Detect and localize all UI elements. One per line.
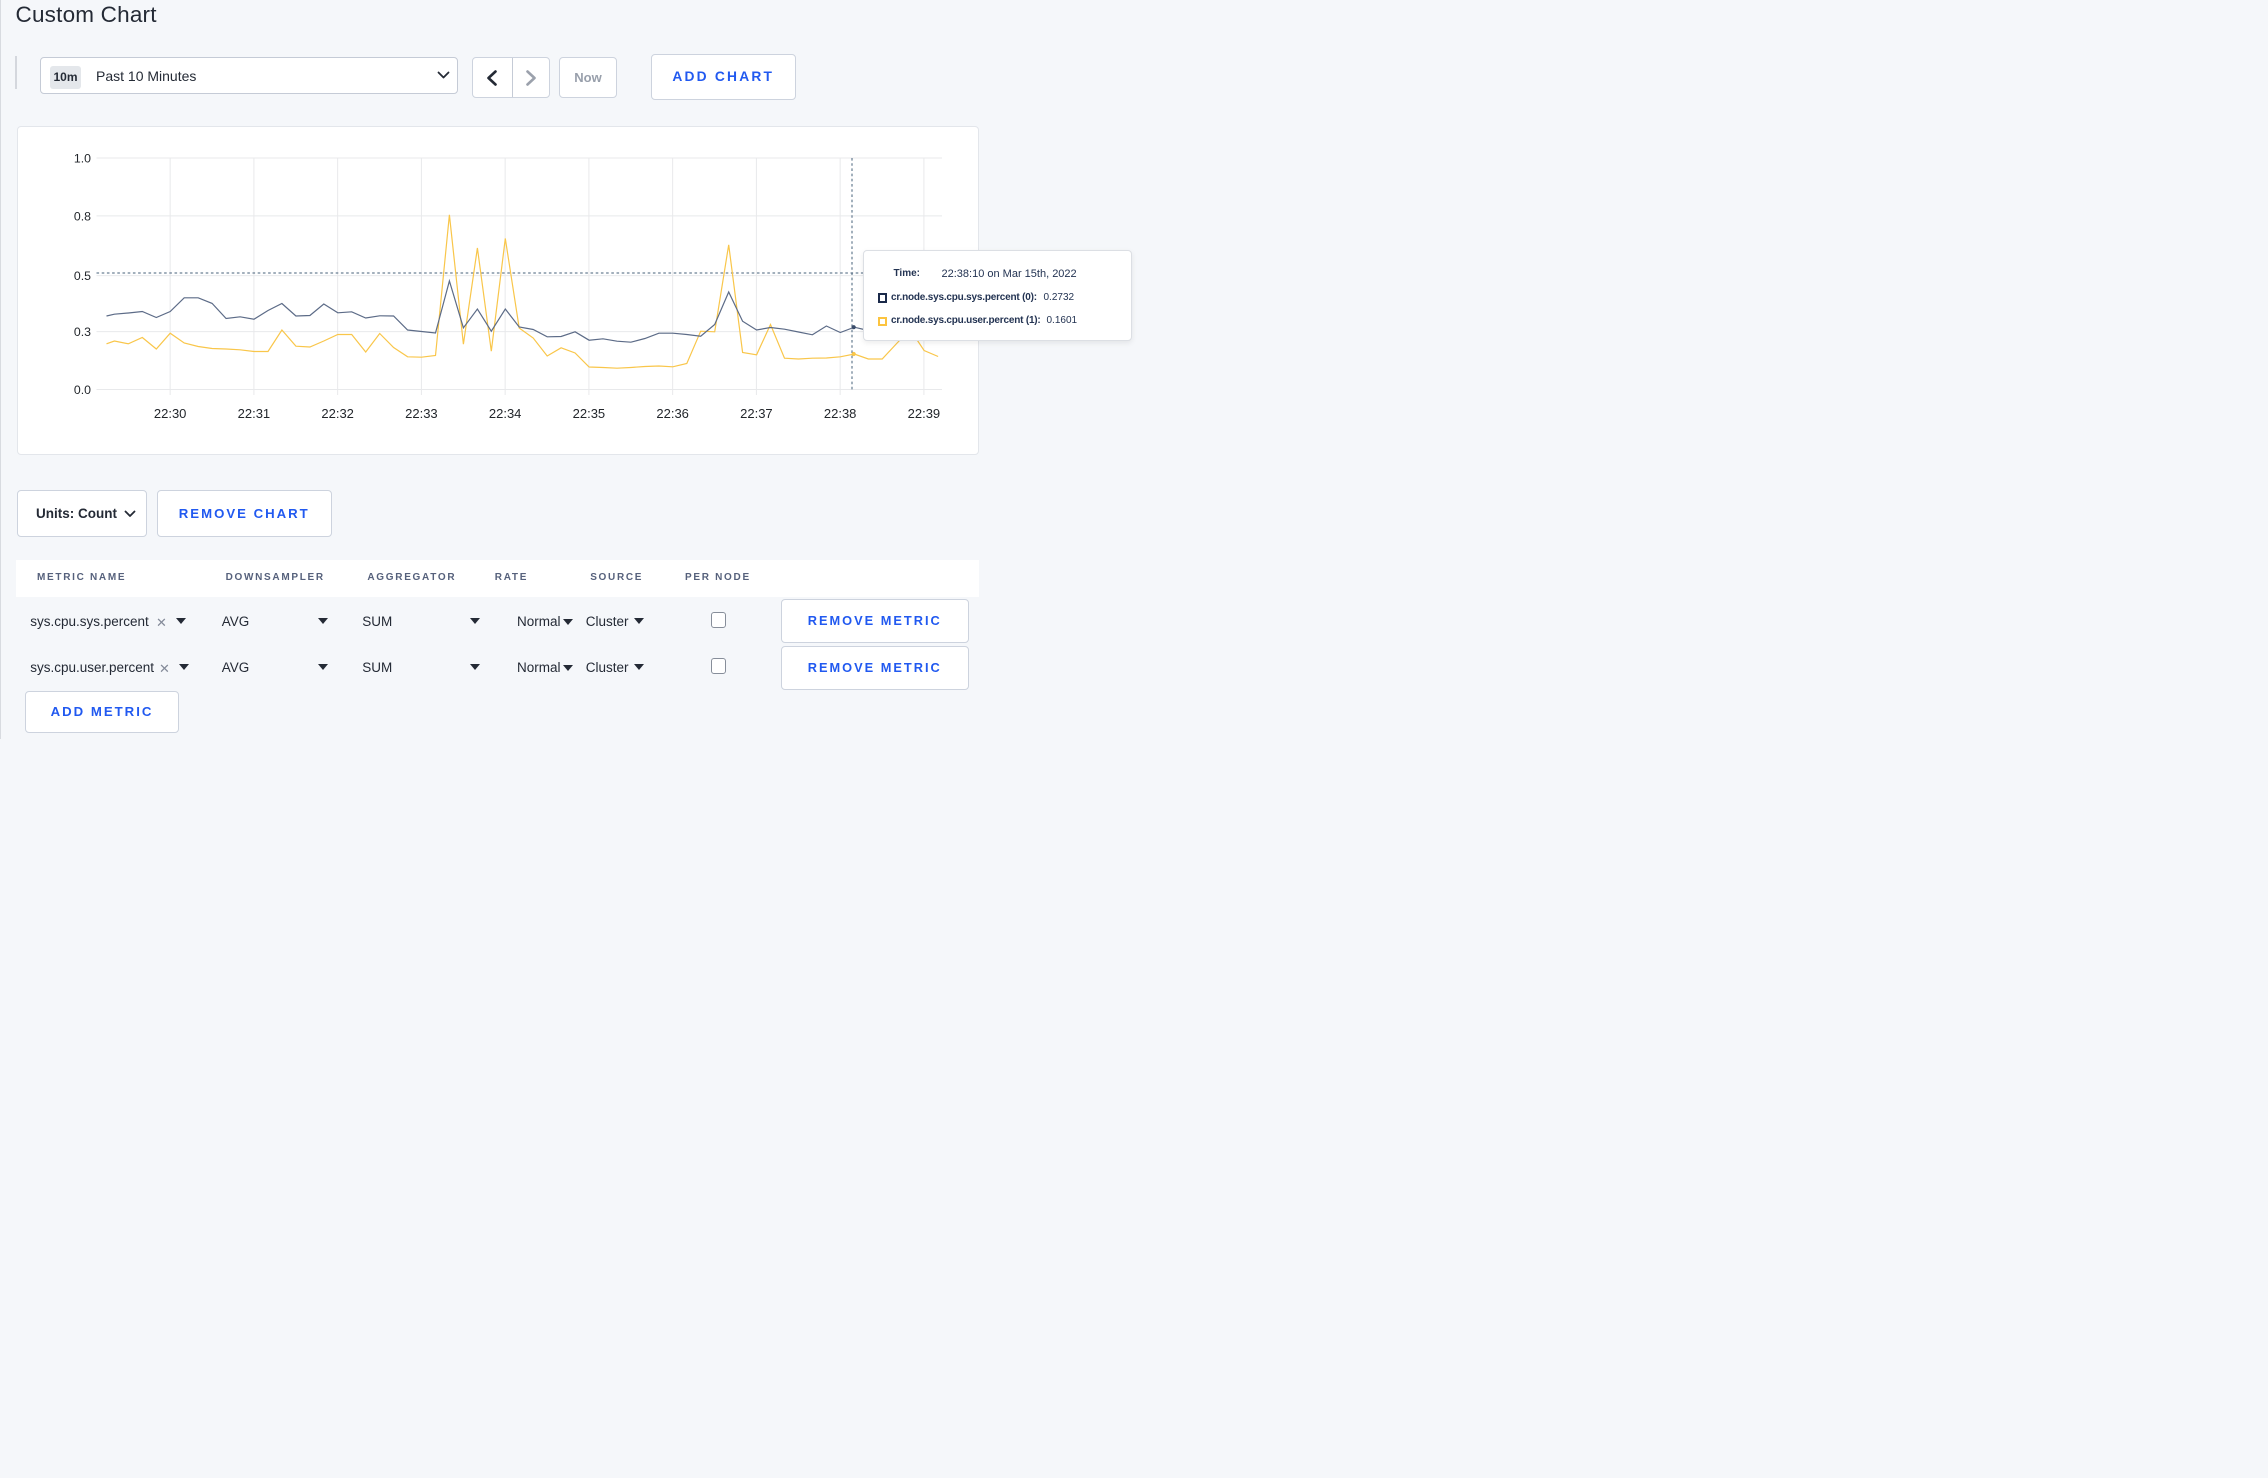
svg-text:22:39: 22:39 <box>907 406 940 421</box>
svg-text:0.5: 0.5 <box>73 269 90 283</box>
svg-text:22:33: 22:33 <box>405 406 438 421</box>
svg-text:0.3: 0.3 <box>73 325 90 339</box>
svg-text:22:37: 22:37 <box>740 406 773 421</box>
svg-text:22:35: 22:35 <box>572 406 605 421</box>
svg-text:0.8: 0.8 <box>73 209 90 223</box>
svg-text:22:38: 22:38 <box>823 406 856 421</box>
svg-text:22:31: 22:31 <box>237 406 270 421</box>
svg-text:22:36: 22:36 <box>656 406 689 421</box>
svg-text:0.0: 0.0 <box>73 383 90 397</box>
svg-text:22:30: 22:30 <box>153 406 186 421</box>
svg-text:22:34: 22:34 <box>488 406 521 421</box>
svg-text:22:32: 22:32 <box>321 406 354 421</box>
svg-text:1.0: 1.0 <box>73 151 90 165</box>
